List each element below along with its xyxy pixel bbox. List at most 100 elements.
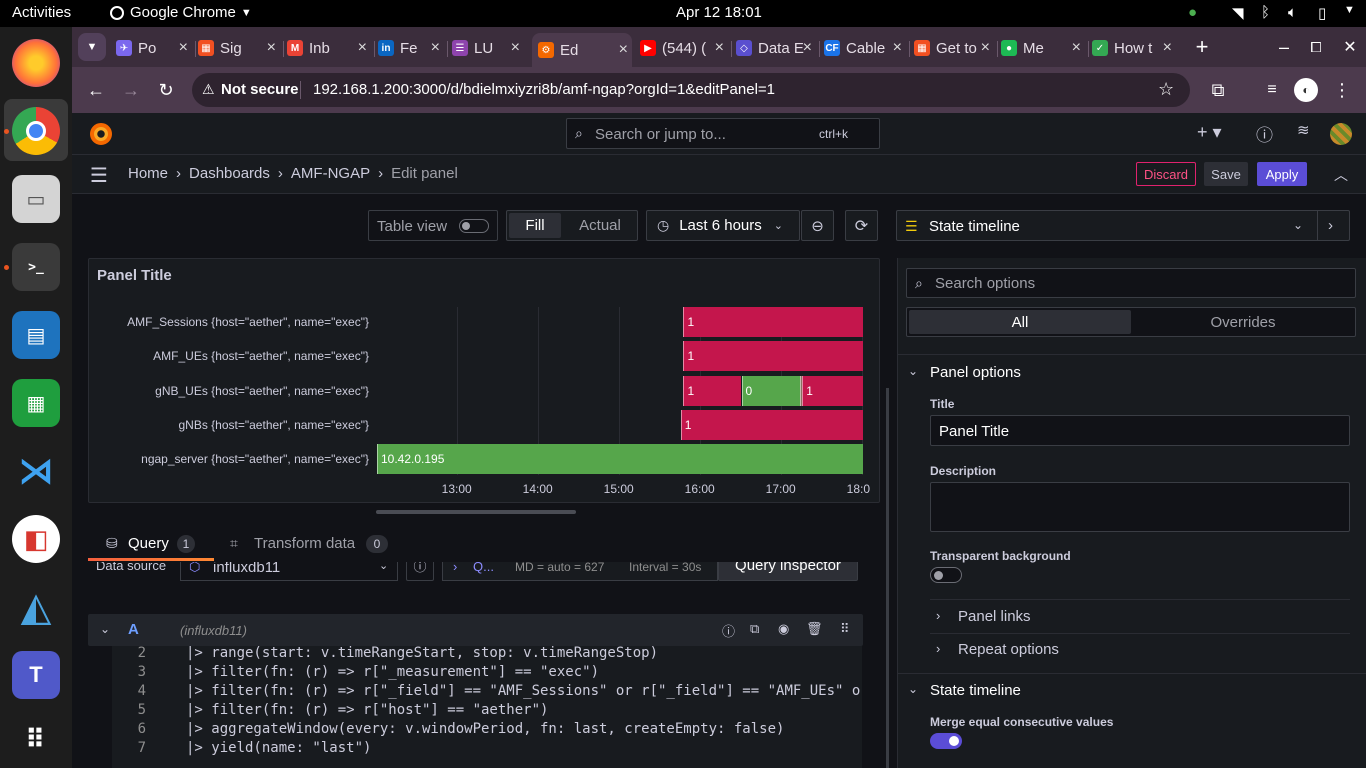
data-source-picker[interactable]: ⬡ influxdb11 ⌄ (180, 562, 398, 581)
news-rss-icon[interactable]: ≋ (1297, 121, 1310, 139)
time-range-picker[interactable]: ◷ Last 6 hours ⌄ (646, 210, 800, 241)
chrome-icon[interactable] (12, 107, 60, 155)
help-icon[interactable]: ⓘ (1256, 121, 1273, 146)
close-tab-icon[interactable]: × (803, 39, 812, 57)
query-inspector-button[interactable]: Query inspector (718, 562, 858, 581)
chevron-down-icon[interactable]: ⌄ (908, 364, 918, 378)
address-bar[interactable]: ⚠ Not secure 192.168.1.200:3000/d/bdielm… (192, 73, 1190, 107)
code-line[interactable]: 3 |> filter(fn: (r) => r["_measurement"] … (112, 664, 862, 683)
browser-tab[interactable]: ▦ Sig × (198, 33, 280, 63)
profile-avatar[interactable]: ◐ (1294, 78, 1318, 102)
maximize-button[interactable]: ⧠ (1302, 33, 1330, 61)
add-new-button[interactable]: + ▾ (1197, 122, 1222, 143)
terminal-icon[interactable]: >_ (12, 243, 60, 291)
zoom-out-icon[interactable]: ⊖ (801, 210, 834, 241)
title-input[interactable]: Panel Title (930, 415, 1350, 446)
code-line[interactable]: 4 |> filter(fn: (r) => r["_field"] == "AM… (112, 683, 862, 702)
breadcrumb-amf-ngap[interactable]: AMF-NGAP (291, 165, 370, 182)
search-bar[interactable]: ⌕ Search or jump to... ctrl+k (566, 118, 880, 149)
browser-tab[interactable]: M Inb × (287, 33, 371, 63)
state-segment[interactable]: 0 (741, 375, 800, 406)
browser-tab[interactable]: ▶ (544) (× (640, 33, 728, 63)
code-line[interactable]: 2 |> range(start: v.timeRangeStart, stop:… (112, 645, 862, 664)
drag-handle-icon[interactable]: ⠿ (840, 621, 850, 637)
battery-icon[interactable]: ▯ (1318, 4, 1326, 22)
close-tab-icon[interactable]: × (715, 39, 724, 57)
panel-resize-handle[interactable] (376, 510, 576, 514)
state-timeline-header[interactable]: State timeline (930, 682, 1021, 699)
calc-icon[interactable]: ▦ (12, 379, 60, 427)
warning-icon[interactable]: ⚠ (202, 81, 215, 98)
url-text[interactable]: 192.168.1.200:3000/d/bdielmxiyzri8b/amf-… (313, 81, 775, 98)
description-textarea[interactable] (930, 482, 1350, 532)
media-control-icon[interactable]: ≡ (1258, 76, 1286, 104)
state-segment[interactable]: 1 (683, 375, 742, 406)
close-tab-icon[interactable]: × (981, 39, 990, 57)
query-letter[interactable]: A (128, 621, 139, 638)
clock[interactable]: Apr 12 18:01 (676, 4, 762, 21)
wireshark-icon[interactable]: ◭ (12, 583, 60, 631)
not-secure-label[interactable]: Not secure (221, 81, 299, 98)
app-grid-icon[interactable]: ⠿ (12, 715, 60, 763)
browser-tab[interactable]: ✈ Po × (116, 33, 192, 63)
visualization-picker[interactable]: ☰ State timeline ⌄ › (896, 210, 1350, 241)
close-tab-icon[interactable]: × (179, 39, 188, 57)
browser-tab[interactable]: ☰ LU × (452, 33, 524, 63)
tab-search-button[interactable]: ▼ (78, 33, 106, 61)
search-options-input[interactable]: ⌕ Search options (906, 268, 1356, 298)
firefox-icon[interactable] (12, 39, 60, 87)
browser-tab[interactable]: in Fe × (378, 33, 444, 63)
panel-links-header[interactable]: Panel links (958, 608, 1031, 625)
browser-tab[interactable]: ✓ How t × (1092, 33, 1176, 63)
activities-button[interactable]: Activities (12, 4, 71, 21)
collapse-chevron-icon[interactable]: ⌄ (100, 622, 110, 636)
close-tab-icon[interactable]: × (431, 39, 440, 57)
panel-options-header[interactable]: Panel options (930, 364, 1021, 381)
repeat-options-header[interactable]: Repeat options (958, 641, 1059, 658)
table-view-toggle[interactable]: Table view (368, 210, 498, 241)
query-options-button[interactable]: › Q... MD = auto = 627 Interval = 30s (442, 562, 718, 581)
close-tab-icon[interactable]: × (1072, 39, 1081, 57)
ubuntu-software-icon[interactable]: ◧ (12, 515, 60, 563)
minimize-button[interactable]: – (1270, 33, 1298, 61)
reload-button[interactable]: ↻ (152, 76, 180, 104)
transparent-background-toggle[interactable] (930, 567, 962, 583)
discard-button[interactable]: Discard (1136, 162, 1196, 186)
browser-tab[interactable]: ◇ Data E × (736, 33, 816, 63)
grafana-logo-icon[interactable] (90, 123, 112, 145)
refresh-icon[interactable]: ⟳ (845, 210, 878, 241)
system-menu-icon[interactable]: ▼ (1344, 4, 1355, 16)
close-window-button[interactable]: ✕ (1336, 33, 1364, 61)
user-avatar[interactable] (1330, 123, 1352, 145)
state-segment[interactable]: 1 (683, 307, 863, 337)
trash-icon[interactable]: 🗑︎ (806, 621, 823, 637)
state-segment[interactable]: 1 (680, 409, 863, 440)
chevron-right-icon[interactable]: › (936, 641, 940, 656)
tab-transform-data[interactable]: ⌗ Transform data 0 (230, 528, 390, 560)
close-tab-icon[interactable]: × (511, 39, 520, 57)
toggle-switch[interactable] (459, 219, 489, 233)
tab-overrides[interactable]: Overrides (1133, 310, 1353, 334)
browser-tab[interactable]: ⚙ Ed × (532, 33, 632, 67)
duplicate-icon[interactable]: ⧉ (750, 621, 759, 637)
extensions-icon[interactable]: ⧉ (1204, 76, 1232, 104)
code-line[interactable]: 6 |> aggregateWindow(every: v.windowPerio… (112, 721, 862, 740)
save-button[interactable]: Save (1204, 162, 1248, 186)
tab-all[interactable]: All (909, 310, 1131, 334)
chrome-menu-icon[interactable]: ⋮ (1328, 76, 1356, 104)
new-tab-button[interactable]: + (1188, 33, 1216, 61)
forward-button[interactable]: → (117, 76, 145, 104)
close-tab-icon[interactable]: × (358, 39, 367, 57)
teams-icon[interactable]: T (12, 651, 60, 699)
status-indicator-icon[interactable]: ● (1188, 4, 1197, 21)
menu-icon[interactable]: ☰ (90, 163, 108, 188)
collapse-chevron-up-icon[interactable]: ︿ (1334, 165, 1348, 185)
close-tab-icon[interactable]: × (893, 39, 902, 57)
browser-tab[interactable]: ● Me × (1001, 33, 1085, 63)
state-segment[interactable]: 10.42.0.195 (377, 444, 863, 475)
chevron-right-icon[interactable]: › (936, 608, 940, 623)
back-button[interactable]: ← (82, 76, 110, 104)
state-segment[interactable]: 1 (802, 375, 863, 406)
wifi-icon[interactable]: ◥ (1232, 4, 1244, 22)
bookmark-star-icon[interactable]: ☆ (1158, 79, 1174, 100)
